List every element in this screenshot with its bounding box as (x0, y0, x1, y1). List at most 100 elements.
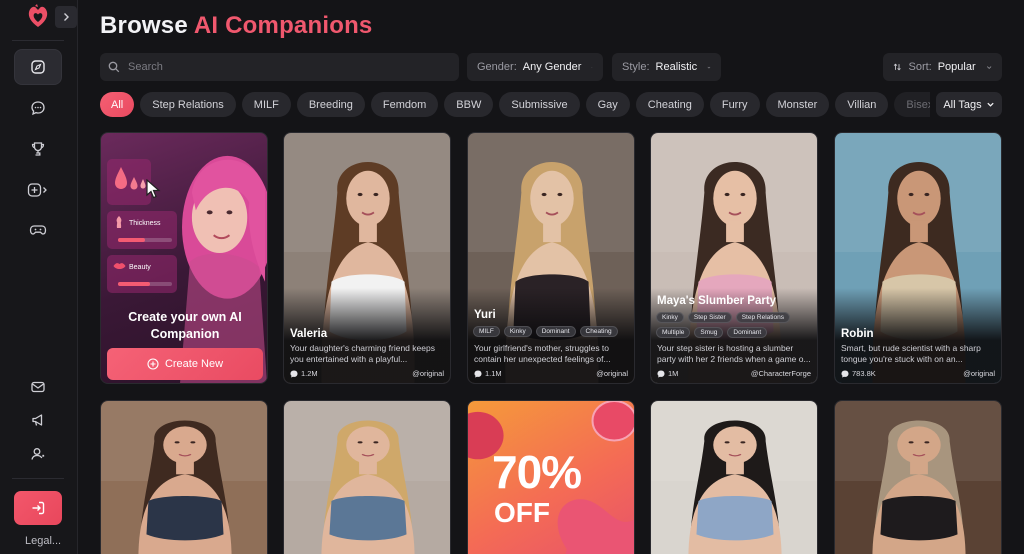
character-author[interactable]: @original (596, 369, 628, 378)
promo-discount: 70% (492, 446, 582, 498)
chat-count: 1.1M (474, 369, 502, 378)
figure-icon (116, 216, 122, 228)
logo-icon[interactable] (27, 4, 49, 28)
sort-icon (893, 63, 901, 71)
chevron-down-icon (591, 66, 593, 68)
character-tag[interactable]: Step Relations (735, 312, 790, 323)
character-tag[interactable]: Dominant (535, 326, 576, 337)
character-name: Yuri (474, 309, 496, 321)
character-tag[interactable]: Cheating (579, 326, 618, 337)
style-label: Style: (622, 61, 650, 73)
all-tags-label: All Tags (943, 98, 982, 111)
create-new-label: Create New (164, 358, 224, 370)
character-tag[interactable]: Kinky (656, 312, 684, 323)
trophy-icon (31, 142, 45, 156)
character-tag[interactable]: Kinky (503, 326, 532, 337)
character-tag[interactable]: Step Sister (687, 312, 732, 323)
plus-circle-icon (147, 358, 159, 370)
character-card[interactable] (834, 400, 1002, 554)
character-tag[interactable]: Multiple (656, 327, 691, 338)
character-author[interactable]: @CharacterForge (751, 369, 811, 378)
character-card[interactable]: Robin Smart, but rude scientist with a sh… (834, 132, 1002, 384)
character-card[interactable]: Valeria Your daughter's charming friend k… (283, 132, 451, 384)
chat-icon (31, 101, 45, 116)
sort-label: Sort: (908, 61, 932, 73)
tag-chip-cheating[interactable]: Cheating (635, 92, 704, 117)
style-dropdown[interactable]: Style: Realistic (612, 53, 721, 81)
page-title-accent: AI Companions (193, 12, 373, 39)
gamepad-icon (29, 225, 47, 235)
chat-count: 1.2M (290, 369, 318, 378)
character-meta: 1.1M @original (474, 369, 628, 378)
nav-contact[interactable] (14, 369, 62, 405)
chat-count: 1M (657, 369, 678, 378)
create-card-title: Create your own AI Companion (128, 310, 242, 341)
character-card[interactable] (283, 400, 451, 554)
nav-account[interactable] (14, 436, 62, 472)
nav-announcements[interactable] (14, 402, 62, 438)
nav-explore[interactable] (14, 49, 62, 85)
tag-chip-villian[interactable]: Villian (835, 92, 889, 117)
tag-chip-submissive[interactable]: Submissive (499, 92, 580, 117)
compass-icon (31, 60, 45, 74)
nav-games[interactable] (14, 212, 62, 248)
character-portrait (101, 401, 267, 554)
tag-chip-breeding[interactable]: Breeding (296, 92, 365, 117)
thickness-slider-fill (118, 238, 145, 242)
page-title: Browse AI Companions (100, 12, 372, 40)
tag-chip-monster[interactable]: Monster (765, 92, 830, 117)
promo-card[interactable]: 70% OFF (467, 400, 635, 554)
character-card[interactable]: Maya's Slumber Party Kinky Step Sister Step… (650, 132, 818, 384)
search-input[interactable] (128, 61, 428, 73)
sidebar: Legal... (0, 0, 78, 554)
gender-dropdown[interactable]: Gender: Any Gender (467, 53, 603, 81)
beauty-label: Beauty (129, 264, 151, 271)
character-tag[interactable]: Dominant (727, 327, 768, 338)
character-tag[interactable]: MILF (473, 326, 500, 337)
character-tags: Kinky Step Sister Step Relations Multiple Sm… (656, 312, 816, 338)
character-card[interactable] (100, 400, 268, 554)
thickness-slider (118, 238, 172, 242)
character-author[interactable]: @original (963, 369, 995, 378)
page-title-prefix: Browse (100, 12, 194, 39)
nav-create[interactable] (14, 172, 62, 208)
character-meta: 783.8K @original (841, 369, 995, 378)
character-tag[interactable]: Smug (694, 327, 724, 338)
nav-leaderboard[interactable] (14, 131, 62, 167)
character-card[interactable]: Yuri MILF Kinky Dominant Cheating Your girlfr… (467, 132, 635, 384)
chevron-down-icon (707, 66, 711, 68)
sidebar-divider (12, 40, 64, 41)
tag-chip-milf[interactable]: MILF (241, 92, 291, 117)
all-tags-button[interactable]: All Tags (936, 92, 1002, 117)
chat-count: 783.8K (841, 369, 876, 378)
character-portrait (284, 401, 450, 554)
tag-chip-femdom[interactable]: Femdom (370, 92, 439, 117)
tag-chip-gay[interactable]: Gay (585, 92, 630, 117)
search-bar[interactable] (100, 53, 459, 81)
tag-chip-bisexual[interactable]: Bisexual (894, 92, 930, 117)
login-button[interactable] (14, 491, 62, 525)
character-name: Valeria (290, 328, 328, 340)
sort-value: Popular (937, 61, 976, 73)
tag-chip-all[interactable]: All (100, 92, 135, 117)
tag-chip-step-relations[interactable]: Step Relations (140, 92, 236, 117)
tag-chip-bbw[interactable]: BBW (444, 92, 494, 117)
create-companion-card[interactable]: Thickness Beauty Create your own AI Comp… (100, 132, 268, 384)
chat-bubble-icon (290, 370, 298, 377)
chevron-down-icon (987, 102, 994, 107)
nav-chats[interactable] (14, 90, 62, 126)
megaphone-icon (32, 414, 43, 426)
create-icon (27, 183, 47, 197)
legal-link[interactable]: Legal... (25, 535, 61, 547)
sort-dropdown[interactable]: Sort: Popular (883, 53, 1002, 81)
tag-chip-furry[interactable]: Furry (709, 92, 760, 117)
mail-icon (31, 381, 45, 393)
character-description: Smart, but rude scientist with a sharp t… (841, 343, 981, 364)
character-card[interactable] (650, 400, 818, 554)
sidebar-divider (12, 478, 64, 479)
cursor-icon (146, 179, 161, 199)
expand-sidebar-button[interactable] (55, 6, 77, 28)
character-author[interactable]: @original (412, 369, 444, 378)
chevron-down-icon (986, 65, 992, 69)
create-new-button[interactable]: Create New (107, 348, 263, 380)
